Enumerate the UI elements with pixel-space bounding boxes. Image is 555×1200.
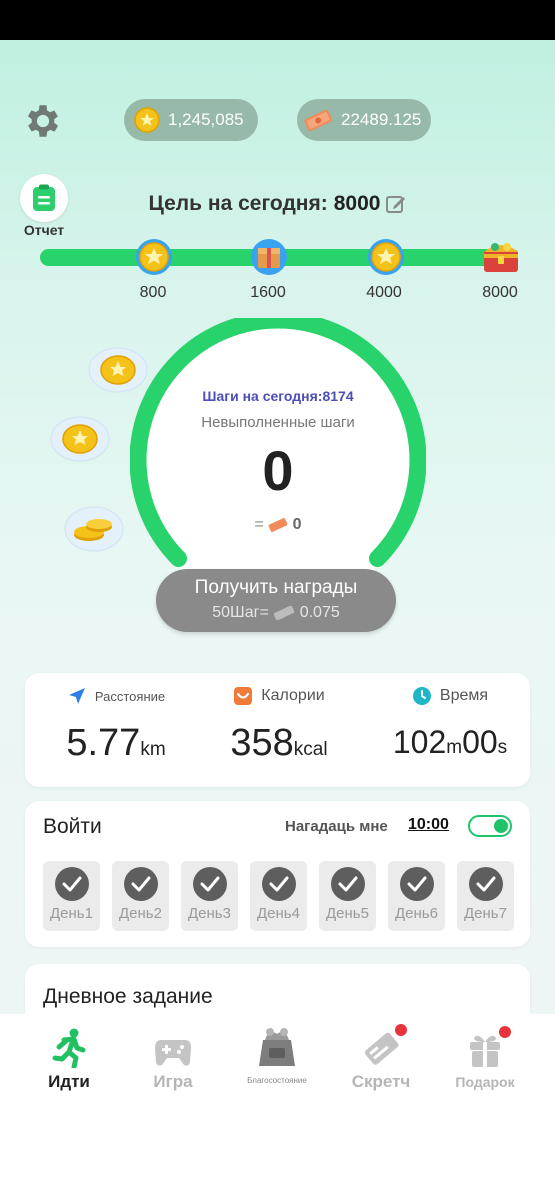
daily-goal: Цель на сегодня: 8000 — [0, 192, 555, 216]
daily-task-title: Дневное задание — [43, 985, 213, 1008]
nav-gift[interactable]: Подарок — [435, 1020, 535, 1090]
nav-welfare[interactable]: Благосостояние — [227, 1024, 327, 1086]
claim-rewards-label: Получить награды — [194, 577, 358, 598]
check-icon — [123, 867, 158, 901]
check-icon — [468, 867, 503, 901]
calories-icon — [234, 687, 253, 705]
time-stat: Время 102m00s — [392, 687, 508, 760]
toggle-knob — [494, 819, 508, 833]
milestone-coin-icon[interactable] — [367, 238, 405, 276]
cash-icon — [273, 605, 295, 621]
steps-today: Шаги на сегодня:8174 — [202, 388, 354, 404]
treasure-chest-icon[interactable] — [481, 236, 521, 276]
scratch-card-icon — [364, 1032, 399, 1065]
milestone-label: 800 — [139, 284, 167, 301]
clock-icon — [412, 687, 431, 705]
goal-value: 8000 — [333, 192, 381, 215]
nav-game[interactable]: Игра — [123, 1020, 223, 1092]
remaining-steps-value: 0 — [262, 439, 294, 502]
cash-equivalent-value: 0 — [292, 516, 302, 533]
gear-icon[interactable] — [22, 100, 64, 142]
floating-coins-stack-icon[interactable] — [64, 506, 124, 552]
cash-icon — [304, 109, 333, 132]
nav-scratch[interactable]: Скретч — [331, 1020, 431, 1092]
check-icon — [192, 867, 227, 901]
milestone-label: 8000 — [482, 284, 518, 301]
check-icon — [261, 867, 296, 901]
distance-stat: Расстояние 5.77km — [32, 686, 200, 765]
milestone-coin-icon[interactable] — [135, 238, 173, 276]
check-icon — [330, 867, 365, 901]
cash-balance[interactable]: 22489.125 — [297, 99, 431, 141]
coins-balance[interactable]: 1,245,085 — [124, 99, 258, 141]
nav-walk[interactable]: Идти — [19, 1020, 119, 1092]
notification-dot — [499, 1026, 511, 1038]
gamepad-icon — [155, 1040, 191, 1066]
day-checkin[interactable]: День1 — [43, 861, 100, 931]
goal-title: Цель на сегодня: — [148, 192, 328, 215]
equals-sign: = — [254, 516, 264, 533]
day-checkin[interactable]: День5 — [319, 861, 376, 931]
milestone-label: 4000 — [366, 284, 402, 301]
day-checkin[interactable]: День6 — [388, 861, 445, 931]
day-checkin[interactable]: День3 — [181, 861, 238, 931]
cash-equivalent: = 0 — [130, 516, 426, 534]
signin-title: Войти — [43, 815, 102, 838]
claim-rewards-button[interactable]: Получить награды 50Шаг= 0.075 — [156, 569, 396, 632]
day-checkin[interactable]: День2 — [112, 861, 169, 931]
cash-value: 22489.125 — [341, 110, 422, 129]
day-checkin[interactable]: День7 — [457, 861, 514, 931]
status-bar — [0, 0, 555, 40]
location-arrow-icon — [68, 688, 85, 704]
check-icon — [399, 867, 434, 901]
day-checkin[interactable]: День4 — [250, 861, 307, 931]
check-icon — [54, 867, 89, 901]
edit-icon[interactable] — [386, 194, 406, 214]
coins-value: 1,245,085 — [168, 110, 244, 129]
calories-stat: Калории 358kcal — [230, 687, 328, 764]
remaining-steps-label: Невыполненные шаги — [201, 414, 355, 431]
remind-toggle[interactable] — [468, 815, 512, 837]
milestone-label: 1600 — [250, 284, 286, 301]
gift-icon — [470, 1035, 500, 1067]
notification-dot — [395, 1024, 407, 1036]
runner-icon — [52, 1028, 86, 1068]
remind-time[interactable]: 10:00 — [408, 816, 449, 834]
reward-rate: 50Шаг= 0.075 — [212, 604, 340, 621]
coin-icon — [134, 107, 160, 133]
report-label: Отчет — [23, 222, 65, 238]
welfare-bag-icon — [259, 1028, 295, 1066]
gift-box-icon[interactable] — [250, 238, 288, 276]
floating-coin-icon[interactable] — [50, 416, 110, 462]
remind-label: Нагадаць мне — [285, 818, 388, 835]
cash-icon — [268, 517, 288, 532]
